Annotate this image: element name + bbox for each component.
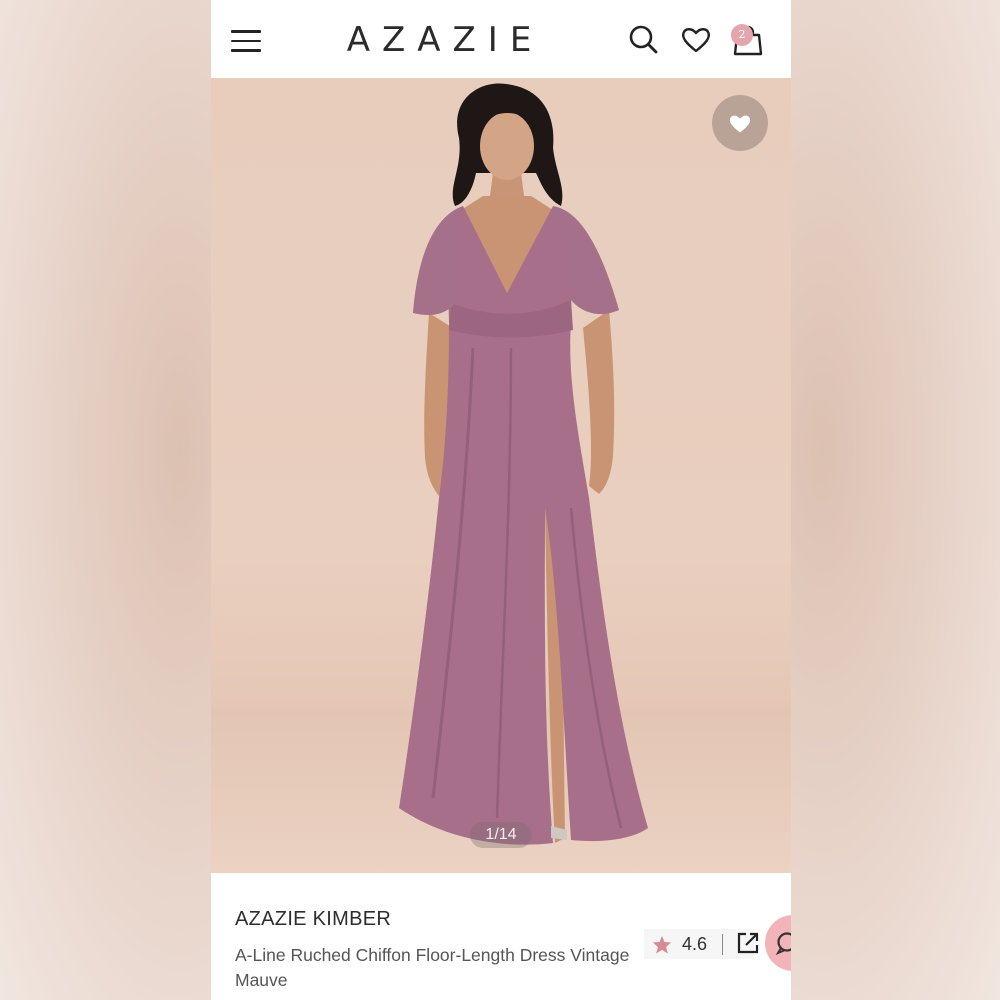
top-nav-bar: AZAZIE 2 (211, 0, 791, 79)
product-name: AZAZIE KIMBER (235, 908, 392, 930)
product-description: A-Line Ruched Chiffon Floor-Length Dress… (235, 945, 630, 990)
product-page: AZAZIE 2 1/14 AZAZIE KIMBER A-Line Ruche… (211, 0, 791, 1000)
product-info: AZAZIE KIMBER A-Line Ruched Chiffon Floo… (211, 873, 791, 1000)
search-icon[interactable] (628, 24, 660, 56)
star-icon (652, 935, 672, 954)
background-blur-right (791, 0, 1000, 1000)
brand-logo[interactable]: AZAZIE (335, 20, 555, 60)
wishlist-heart-icon[interactable] (680, 24, 712, 56)
image-pager-indicator: 1/14 (470, 822, 532, 848)
heart-filled-icon (729, 115, 751, 133)
share-icon[interactable] (736, 931, 760, 955)
divider (722, 934, 723, 955)
add-to-wishlist-button[interactable] (712, 95, 768, 151)
chat-bubble-icon (775, 932, 791, 955)
product-image[interactable]: 1/14 (211, 78, 791, 873)
background-blur-left (0, 0, 211, 1000)
hamburger-menu-icon[interactable] (231, 30, 261, 52)
live-chat-button[interactable] (765, 915, 791, 971)
model-wearing-dress (399, 83, 648, 845)
rating-value: 4.6 (682, 934, 708, 954)
cart-count-badge[interactable]: 2 (731, 24, 753, 46)
